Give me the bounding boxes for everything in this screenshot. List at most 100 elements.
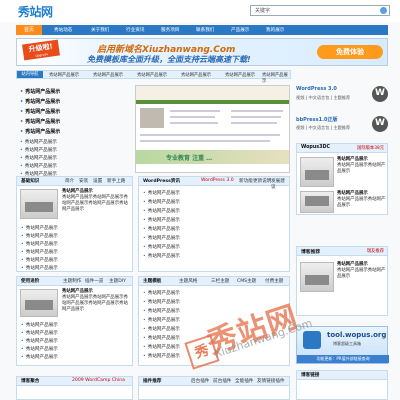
- tab[interactable]: 主题DIY: [109, 278, 126, 284]
- blog-links-box: 博客链接: [296, 370, 388, 400]
- list-item[interactable]: 秀站网产品展示: [20, 163, 57, 169]
- tab[interactable]: 新功能: [239, 178, 253, 184]
- product-thumbnail[interactable]: [300, 191, 334, 213]
- tab[interactable]: 主题风格: [179, 278, 197, 284]
- screenshot-line: [170, 116, 215, 118]
- list-item[interactable]: 秀站网产品展示: [20, 155, 57, 161]
- list-item[interactable]: 秀站网产品展示: [143, 253, 180, 259]
- search-icon[interactable]: [380, 7, 387, 14]
- list-item[interactable]: 秀站网产品展示: [143, 344, 180, 350]
- list-item[interactable]: 秀站网产品展示: [143, 208, 180, 214]
- nav-link[interactable]: 秀站网产品展示: [225, 72, 255, 78]
- product-thumbnail[interactable]: [300, 157, 334, 187]
- list-item[interactable]: 秀站网产品展示: [143, 290, 180, 296]
- tab[interactable]: 发展建议: [271, 178, 289, 190]
- list-item[interactable]: 秀站网产品展示: [143, 190, 180, 196]
- list-item[interactable]: 秀站网产品展示: [143, 317, 180, 323]
- tool-ad[interactable]: tool.wopus.org 博客超级工具箱 功能更新：PR值外部链接查询: [296, 326, 389, 364]
- nav-item-home[interactable]: 首页: [16, 25, 42, 35]
- list-item[interactable]: 秀站网产品展示: [143, 235, 180, 241]
- list-item[interactable]: 秀站网产品展示: [21, 338, 58, 344]
- box-header: 博客链接: [297, 371, 387, 380]
- product-thumbnail[interactable]: [20, 189, 58, 219]
- list-item[interactable]: 秀站网产品展示: [21, 346, 58, 352]
- list-item[interactable]: 秀站网产品展示: [20, 98, 60, 105]
- list-item[interactable]: 秀站网产品展示: [21, 257, 58, 263]
- search-input[interactable]: 关键字: [250, 5, 390, 16]
- product-thumbnail[interactable]: [20, 289, 58, 317]
- product-thumbnail[interactable]: [300, 262, 334, 292]
- product-text: 秀站网产品展示 秀站网产品展示秀站网产品展示: [337, 262, 386, 279]
- list-item[interactable]: 秀站网产品展示: [143, 217, 180, 223]
- nav-item[interactable]: 行业资讯: [126, 27, 144, 33]
- list-item[interactable]: 秀站网产品展示: [143, 326, 180, 332]
- list-item[interactable]: 秀站网产品展示: [21, 265, 58, 271]
- blog-aggregate-box: 博客聚合 2009 WordCamp China: [16, 376, 133, 400]
- product-text: 秀站网产品展示 秀站网产品展示秀站网产品展示: [337, 157, 386, 174]
- list-item[interactable]: 秀站网产品展示: [143, 335, 180, 341]
- list-item[interactable]: 秀站网产品展示: [20, 147, 57, 153]
- promo-sub: 视频 | 中文语言包 | 主题推荐: [296, 125, 351, 130]
- box-header: Wopus3DC 国际版本38元: [297, 144, 387, 153]
- tab[interactable]: 付费主题: [265, 278, 283, 284]
- ad-bar: 功能更新：PR值外部链接查询: [297, 355, 389, 363]
- nav-link[interactable]: 秀站网产品展示: [262, 72, 290, 84]
- upgrade-tag: 升级啦! Upgrade: [22, 39, 60, 61]
- nav-item[interactable]: 秀站动态: [54, 27, 72, 33]
- tab[interactable]: CMS主题: [237, 278, 256, 284]
- screenshot-line: [140, 140, 270, 142]
- list-item[interactable]: 秀站网产品展示: [20, 88, 60, 95]
- wordpress-news-box: WordPress资讯 WordPress 3.0 新功能 更新说明 发展建议 …: [138, 176, 290, 272]
- list-item[interactable]: 秀站网产品展示: [20, 108, 60, 115]
- box-header: 主题模板 主题风格 三栏主题 CMS主题 付费主题: [139, 277, 289, 286]
- list-item[interactable]: 秀站网产品展示: [21, 322, 58, 328]
- list-item[interactable]: 秀站网产品展示: [143, 199, 180, 205]
- tab[interactable]: 前台插件: [213, 378, 231, 384]
- nav-link[interactable]: 秀站网产品展示: [137, 72, 167, 78]
- tab[interactable]: 新手上路: [107, 178, 125, 184]
- list-item[interactable]: 秀站网产品展示: [143, 299, 180, 305]
- tab[interactable]: 插件一览: [85, 278, 103, 284]
- list-item[interactable]: 秀站网产品展示: [143, 353, 180, 359]
- tab[interactable]: 主题制作: [63, 278, 81, 284]
- promo-title[interactable]: bbPress1.0正版: [296, 116, 338, 123]
- free-trial-button[interactable]: 免费体验: [317, 45, 383, 59]
- tab[interactable]: 后台插件: [191, 378, 209, 384]
- nav-item[interactable]: 我的展示: [266, 27, 284, 33]
- list-item[interactable]: 秀站网产品展示: [21, 249, 58, 255]
- list-item[interactable]: 秀站网产品展示: [143, 244, 180, 250]
- nav-link[interactable]: 秀站网产品展示: [49, 72, 79, 78]
- nav-item[interactable]: 关于我们: [91, 27, 109, 33]
- tab[interactable]: 友情链接插件: [257, 378, 285, 384]
- list-item[interactable]: 秀站网产品展示: [21, 354, 58, 360]
- nav-link[interactable]: 秀站网产品展示: [93, 72, 123, 78]
- promo-banner[interactable]: 升级啦! Upgrade 启用新域名Xiuzhanwang.Com 免费模板库全面…: [16, 38, 388, 66]
- tab[interactable]: 设置: [93, 178, 102, 184]
- tab[interactable]: 三栏主题: [211, 278, 229, 284]
- nav-item[interactable]: 联系我们: [196, 27, 214, 33]
- tab[interactable]: 更新说明: [253, 178, 271, 184]
- search-value: 关键字: [255, 8, 271, 14]
- list-item[interactable]: 秀站网产品展示: [20, 128, 60, 135]
- nav-link[interactable]: 秀站网产品展示: [181, 72, 211, 78]
- list-item[interactable]: 秀站网产品展示: [20, 139, 57, 145]
- promo-title[interactable]: WordPress 3.0: [296, 86, 337, 92]
- box-header: WordPress资讯 WordPress 3.0 新功能 更新说明 发展建议: [139, 177, 289, 190]
- tab[interactable]: 全能插件: [235, 378, 253, 384]
- screenshot-header: [136, 86, 289, 100]
- list-item[interactable]: 秀站网产品展示: [21, 233, 58, 239]
- site-logo[interactable]: 秀站网: [18, 3, 53, 20]
- list-item[interactable]: 秀站网产品展示: [143, 226, 180, 232]
- nav-item[interactable]: 服务项目: [161, 27, 179, 33]
- featured-screenshot[interactable]: 专业教育 注重 …: [135, 85, 290, 173]
- list-item[interactable]: 秀站网产品展示: [21, 241, 58, 247]
- list-item[interactable]: 秀站网产品展示: [21, 225, 58, 231]
- list-item[interactable]: 秀站网产品展示: [143, 308, 180, 314]
- screenshot-line: [231, 122, 277, 124]
- list-item[interactable]: 秀站网产品展示: [20, 118, 60, 125]
- product-text: 秀站网产品展示 秀站网产品展示秀站网产品展示秀站网产品展示秀站网产品展示秀站网产品…: [62, 189, 128, 212]
- list-item[interactable]: 秀站网产品展示: [21, 330, 58, 336]
- tab[interactable]: 安装: [79, 178, 88, 184]
- nav-item[interactable]: 产品展示: [231, 27, 249, 33]
- tab[interactable]: 简介: [65, 178, 74, 184]
